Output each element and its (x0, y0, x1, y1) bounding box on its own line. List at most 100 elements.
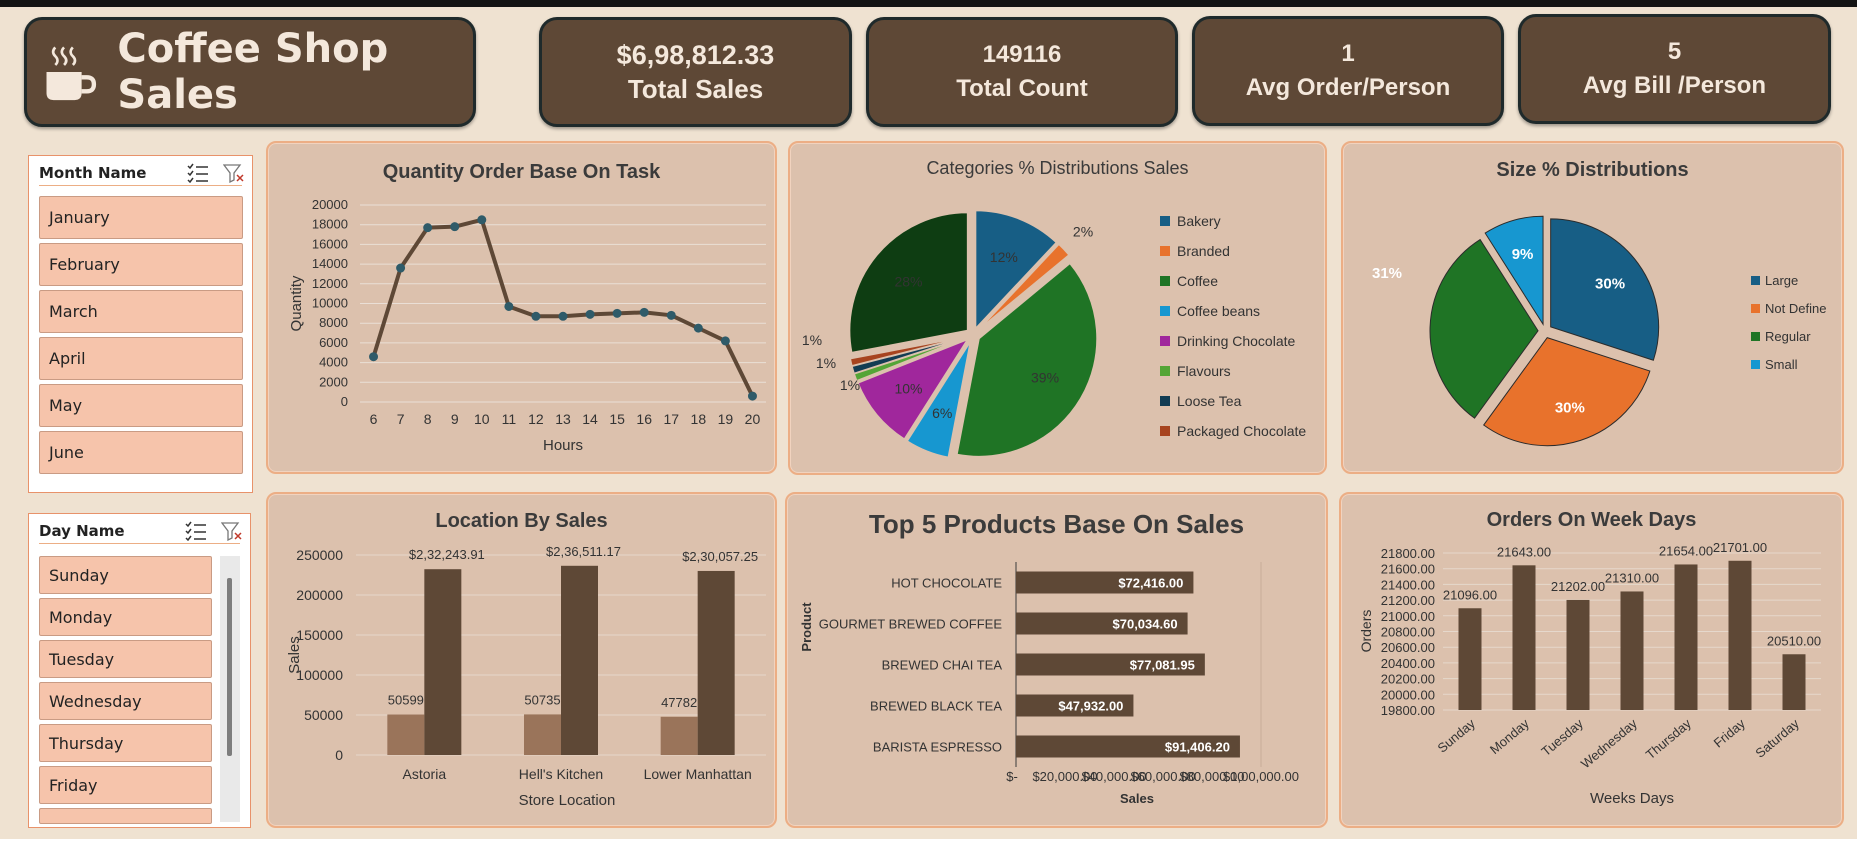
kpi-label: Total Count (956, 75, 1088, 102)
x-tick-label: 8 (424, 411, 432, 427)
month-item-june[interactable]: June (39, 431, 243, 474)
bar (524, 714, 561, 755)
quantity-line-chart: 0 2000 4000 6000 8000 10000 12000 14000 16000 180… (288, 197, 766, 454)
slice-label: 10% (894, 380, 922, 396)
x-tick-label: Lower Manhattan (644, 766, 752, 782)
categories-pie-chart: 12%2%39%6%10%1%1%1%28%BakeryBrandedCoffe… (802, 209, 1306, 459)
x-tick-label: 13 (555, 411, 571, 427)
multi-select-icon[interactable] (187, 163, 209, 183)
day-slicer-scrollbar[interactable] (220, 556, 240, 822)
x-tick-label: 11 (502, 411, 517, 427)
products-bar-chart: HOT CHOCOLATE $72,416.00 GOURMET BREWED CO… (799, 562, 1299, 806)
location-chart-card: Location By Sales 0 50000 100000 150000 2000… (266, 492, 777, 828)
legend-swatch (1751, 304, 1760, 313)
coffee-cup-icon (46, 46, 97, 101)
x-tick-label: 10 (474, 411, 490, 427)
x-tick-label: 16 (636, 411, 652, 427)
data-label: 21654.00 (1659, 543, 1713, 558)
y-axis-label: Sales (286, 636, 303, 674)
products-chart-card: Top 5 Products Base On Sales HOT CHOCOLA… (785, 492, 1328, 828)
slice-label: 39% (1031, 370, 1059, 386)
legend-label: Regular (1765, 329, 1811, 344)
day-item-sunday[interactable]: Sunday (39, 556, 212, 594)
bar (1512, 565, 1536, 710)
y-tick-label: HOT CHOCOLATE (891, 576, 1002, 591)
legend-swatch (1160, 216, 1170, 226)
kpi-label: Avg Bill /Person (1582, 72, 1767, 99)
x-tick-label: Tuesday (1538, 715, 1586, 759)
legend-label: Packaged Chocolate (1177, 423, 1306, 439)
y-tick-label: GOURMET BREWED COFFEE (819, 617, 1003, 632)
legend-swatch (1160, 366, 1170, 376)
clear-filter-icon[interactable] (221, 521, 243, 541)
data-point (639, 307, 649, 317)
multi-select-icon[interactable] (185, 521, 207, 541)
y-tick-label: 20800.00 (1381, 625, 1435, 640)
data-label: $2,36,511.17 (546, 544, 621, 559)
clear-filter-icon[interactable] (223, 163, 245, 183)
legend-label: Coffee (1177, 273, 1218, 289)
y-tick-label: 12000 (312, 276, 348, 291)
y-tick-label: 0 (335, 747, 343, 763)
data-point (666, 310, 676, 320)
data-label: $91,406.20 (1165, 740, 1230, 755)
data-point (477, 215, 487, 225)
month-item-may[interactable]: May (39, 384, 243, 427)
legend-swatch (1160, 276, 1170, 286)
y-axis-label: Orders (1358, 610, 1374, 653)
kpi-label: Avg Order/Person (1245, 74, 1451, 101)
month-item-february[interactable]: February (39, 243, 243, 286)
scrollbar-thumb[interactable] (227, 578, 232, 756)
day-item-tuesday[interactable]: Tuesday (39, 640, 212, 678)
bar (1458, 608, 1482, 710)
x-tick-label: 7 (397, 411, 405, 427)
y-tick-label: 20000 (312, 197, 348, 212)
y-tick-label: 20000.00 (1381, 687, 1435, 702)
y-tick-label: 250000 (296, 547, 343, 563)
y-tick-label: 2000 (319, 374, 348, 389)
x-tick-label: $- (1006, 769, 1018, 784)
data-point (585, 309, 595, 319)
day-item-thursday[interactable]: Thursday (39, 724, 212, 762)
y-tick-label: BARISTA ESPRESSO (873, 740, 1002, 755)
data-point (612, 308, 622, 318)
data-point (450, 222, 460, 232)
data-label: 21643.00 (1497, 544, 1551, 559)
day-item-partial[interactable] (39, 808, 212, 824)
day-item-monday[interactable]: Monday (39, 598, 212, 636)
bar (424, 569, 462, 755)
y-tick-label: 50000 (304, 707, 343, 723)
x-tick-label: $1,00,000.00 (1223, 769, 1299, 784)
legend-label: Loose Tea (1177, 393, 1242, 409)
x-tick-label: Saturday (1752, 715, 1802, 760)
x-tick-label: 20 (745, 411, 761, 427)
y-tick-label: 16000 (312, 236, 348, 251)
day-item-friday[interactable]: Friday (39, 766, 212, 804)
y-tick-label: 20400.00 (1381, 656, 1435, 671)
data-label: 20510.00 (1767, 633, 1821, 648)
x-tick-label: 19 (718, 411, 734, 427)
slicer-title: Day Name (39, 521, 125, 540)
data-label: $77,081.95 (1130, 658, 1195, 673)
legend-label: Bakery (1177, 213, 1221, 229)
x-tick-label: 17 (663, 411, 679, 427)
slice-label: 30% (1595, 276, 1625, 293)
x-tick-label: Sunday (1435, 715, 1479, 755)
month-item-april[interactable]: April (39, 337, 243, 380)
legend-label: Large (1765, 273, 1798, 288)
data-point (504, 301, 514, 311)
x-axis-label: Hours (543, 437, 583, 454)
slice-label: 1% (816, 355, 836, 371)
data-point (558, 311, 568, 321)
slice-label: 12% (990, 249, 1018, 265)
y-tick-label: 0 (341, 394, 348, 409)
x-tick-label: Hell's Kitchen (519, 766, 603, 782)
month-item-january[interactable]: January (39, 196, 243, 239)
y-tick-label: 21200.00 (1381, 593, 1435, 608)
kpi-label: Total Sales (627, 74, 764, 104)
day-item-wednesday[interactable]: Wednesday (39, 682, 212, 720)
y-axis-label: Product (799, 602, 814, 652)
x-tick-label: 14 (582, 411, 598, 427)
month-item-march[interactable]: March (39, 290, 243, 333)
series-line (371, 217, 755, 397)
